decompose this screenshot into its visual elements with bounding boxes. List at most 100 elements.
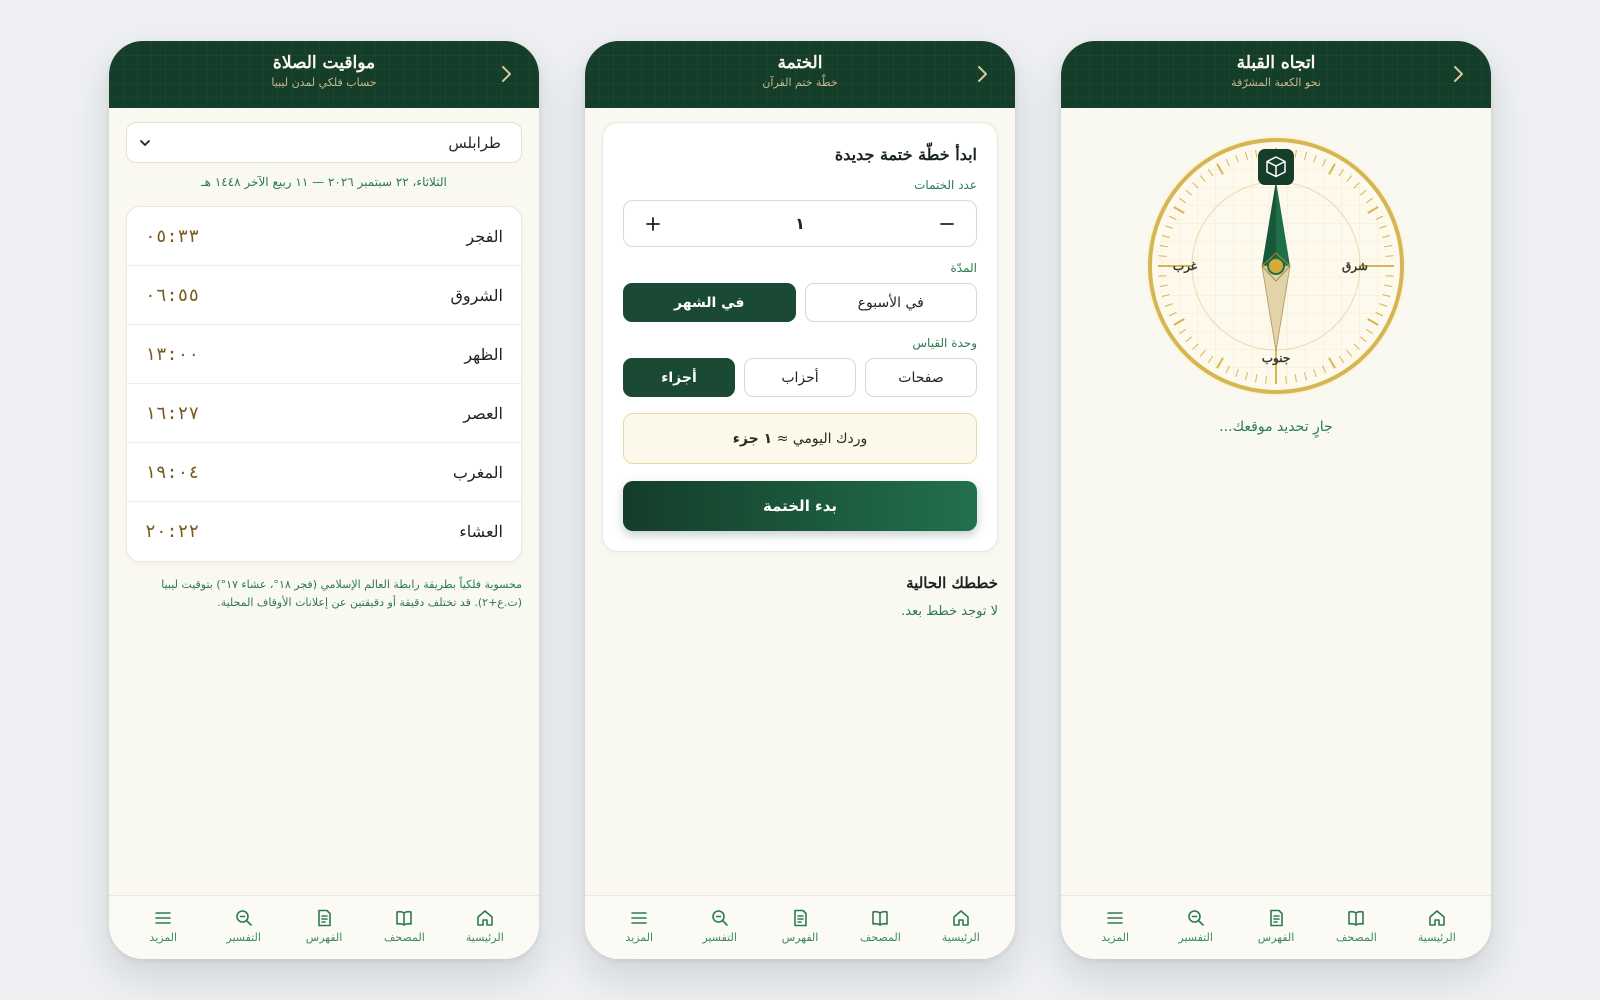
- search-icon: [235, 910, 252, 926]
- nav-tafsir[interactable]: التفسير: [685, 896, 755, 959]
- nav-label: المزيد: [625, 931, 654, 944]
- start-khatma-button[interactable]: بدء الختمة: [623, 481, 977, 531]
- back-button[interactable]: [973, 63, 993, 85]
- prayer-time: ٠٦:٥٥: [145, 284, 200, 306]
- page-title: الختمة: [777, 53, 823, 73]
- unit-label: وحدة القياس: [912, 336, 977, 350]
- bottom-nav: الرئيسية المصحف الفهرس التفسير المزيد: [585, 895, 1015, 959]
- prayer-name: العصر: [463, 403, 503, 423]
- minus-icon: [940, 222, 954, 225]
- city-select-value: طرابلس: [448, 133, 501, 152]
- daily-wird-label: وردك اليومي ≈: [776, 430, 868, 447]
- qibla-compass: شرق غرب جنوب: [1143, 133, 1409, 399]
- menu-icon: [155, 912, 172, 924]
- nav-tafsir[interactable]: التفسير: [209, 896, 279, 959]
- nav-label: المزيد: [1101, 931, 1130, 944]
- nav-label: المزيد: [149, 931, 178, 944]
- page-title: مواقيت الصلاة: [272, 53, 376, 73]
- book-icon: [872, 910, 889, 926]
- nav-label: التفسير: [226, 931, 261, 944]
- search-icon: [711, 910, 728, 926]
- south-label: جنوب: [1262, 351, 1291, 366]
- prayer-time: ١٦:٢٧: [145, 402, 200, 424]
- nav-mushaf[interactable]: المصحف: [369, 896, 439, 959]
- duration-options: في الأسبوع في الشهر: [623, 283, 977, 322]
- nav-label: المصحف: [860, 931, 901, 944]
- prayer-name: الظهر: [464, 344, 503, 364]
- prayer-row-isha: العشاء ٢٠:٢٢: [127, 502, 521, 561]
- duration-month-option[interactable]: في الشهر: [623, 283, 796, 322]
- prayer-name: العشاء: [459, 522, 503, 541]
- menu-icon: [1107, 912, 1124, 924]
- nav-label: المصحف: [1336, 931, 1377, 944]
- nav-index[interactable]: الفهرس: [1241, 896, 1311, 959]
- nav-label: التفسير: [702, 931, 737, 944]
- nav-label: الرئيسية: [465, 931, 504, 944]
- compass-tick: [1158, 255, 1167, 257]
- compass-tick: [1385, 275, 1394, 277]
- nav-label: الفهرس: [781, 931, 819, 944]
- daily-wird: وردك اليومي ≈ ١ جزء: [623, 413, 977, 464]
- book-icon: [1348, 910, 1365, 926]
- prayer-row-fajr: الفجر ٠٥:٣٣: [127, 207, 521, 266]
- prayer-times-screen: مواقيت الصلاة حساب فلكي لمدن ليبيا طرابل…: [109, 41, 539, 959]
- nav-mushaf[interactable]: المصحف: [1321, 896, 1391, 959]
- nav-tafsir[interactable]: التفسير: [1161, 896, 1231, 959]
- index-icon: [318, 909, 331, 927]
- increment-button[interactable]: [638, 209, 668, 239]
- nav-label: الرئيسية: [1417, 931, 1456, 944]
- khatma-screen: الختمة خطّة ختم القرآن ابدأ خطّة ختمة جد…: [585, 41, 1015, 959]
- compass-dial: شرق غرب جنوب: [1146, 136, 1406, 396]
- prayer-name: الفجر: [466, 226, 503, 246]
- prayer-header: مواقيت الصلاة حساب فلكي لمدن ليبيا: [109, 41, 539, 108]
- compass-tick: [1158, 275, 1167, 277]
- prayer-name: المغرب: [452, 462, 503, 482]
- nav-label: التفسير: [1178, 931, 1213, 944]
- nav-label: الفهرس: [305, 931, 343, 944]
- card-title: ابدأ خطّة ختمة جديدة: [834, 145, 977, 164]
- nav-label: المصحف: [384, 931, 425, 944]
- kaaba-marker: [1258, 149, 1294, 185]
- nav-more[interactable]: المزيد: [128, 896, 198, 959]
- chevron-right-icon: [1454, 66, 1463, 82]
- unit-pages-option[interactable]: صفحات: [865, 358, 977, 397]
- prayer-time: ١٣:٠٠: [145, 343, 200, 365]
- home-icon: [953, 910, 969, 926]
- duration-week-option[interactable]: في الأسبوع: [804, 283, 977, 322]
- nav-mushaf[interactable]: المصحف: [845, 896, 915, 959]
- decrement-button[interactable]: [932, 209, 962, 239]
- qibla-screen: اتجاه القبلة نحو الكعبة المشرّفة شرق غرب…: [1061, 41, 1491, 959]
- back-button[interactable]: [1449, 63, 1469, 85]
- page-subtitle: نحو الكعبة المشرّفة: [1231, 76, 1321, 89]
- prayer-row-sunrise: الشروق ٠٦:٥٥: [127, 266, 521, 325]
- new-khatma-card: ابدأ خطّة ختمة جديدة عدد الختمات ١ المدّ…: [602, 122, 998, 552]
- index-icon: [794, 909, 807, 927]
- plus-icon: [646, 216, 660, 231]
- back-button[interactable]: [497, 63, 517, 85]
- prayer-row-dhuhr: الظهر ١٣:٠٠: [127, 325, 521, 384]
- page-subtitle: حساب فلكي لمدن ليبيا: [271, 76, 377, 89]
- page-title: اتجاه القبلة: [1236, 53, 1316, 73]
- nav-more[interactable]: المزيد: [1080, 896, 1150, 959]
- unit-ajza-option[interactable]: أجزاء: [623, 358, 735, 397]
- nav-index[interactable]: الفهرس: [765, 896, 835, 959]
- nav-home[interactable]: الرئيسية: [926, 896, 996, 959]
- nav-home[interactable]: الرئيسية: [1402, 896, 1472, 959]
- bottom-nav: الرئيسية المصحف الفهرس التفسير المزيد: [109, 895, 539, 959]
- current-plans-heading: خططك الحالية: [906, 574, 998, 592]
- prayer-time: ٠٥:٣٣: [145, 225, 200, 247]
- menu-icon: [631, 912, 648, 924]
- nav-home[interactable]: الرئيسية: [450, 896, 520, 959]
- date-line: الثلاثاء، ٢٢ سبتمبر ٢٠٢٦ — ١١ ربيع الآخر…: [201, 175, 447, 189]
- east-label: شرق: [1342, 259, 1368, 274]
- compass-tick: [1285, 375, 1287, 384]
- unit-ahzab-option[interactable]: أحزاب: [744, 358, 856, 397]
- prayer-time: ١٩:٠٤: [145, 461, 200, 483]
- nav-index[interactable]: الفهرس: [289, 896, 359, 959]
- nav-label: الفهرس: [1257, 931, 1295, 944]
- city-select[interactable]: طرابلس: [126, 122, 522, 163]
- nav-more[interactable]: المزيد: [604, 896, 674, 959]
- compass-tick: [1265, 375, 1267, 384]
- khatma-header: الختمة خطّة ختم القرآن: [585, 41, 1015, 108]
- duration-label: المدّة: [950, 261, 977, 275]
